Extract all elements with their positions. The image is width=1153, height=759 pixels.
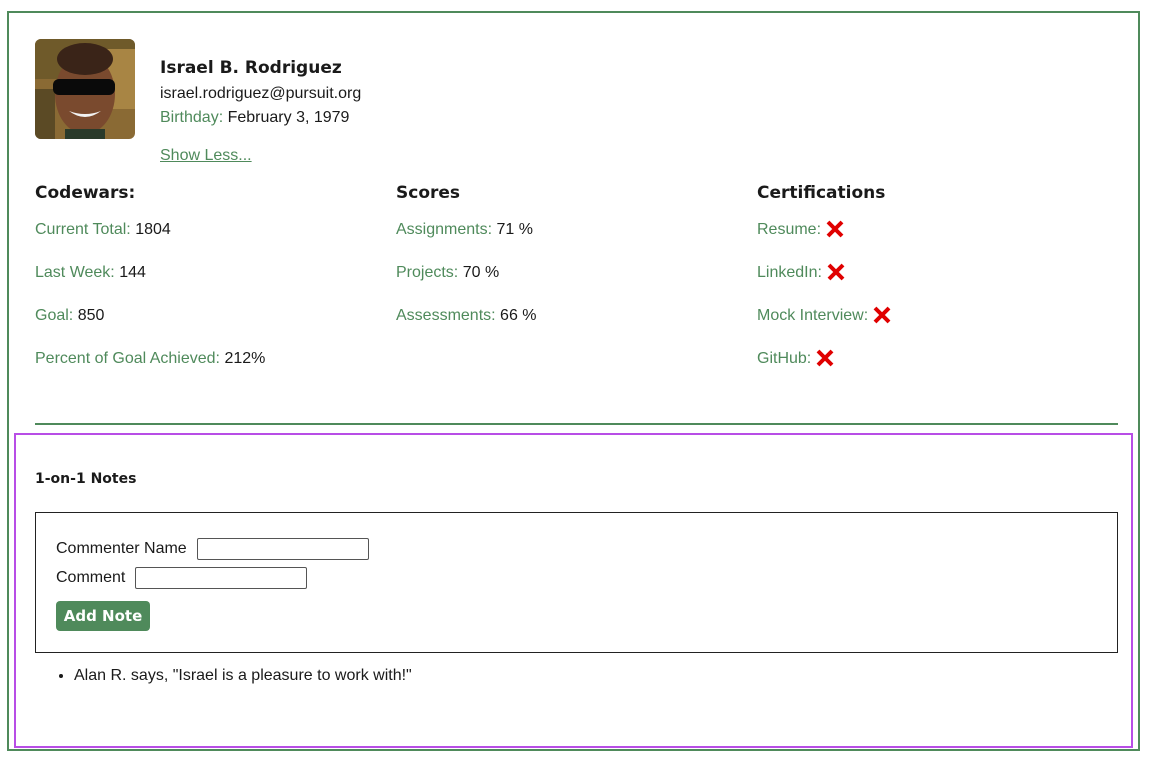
comment-input[interactable]: [135, 567, 308, 589]
cert-row-linkedin: LinkedIn:: [757, 263, 1097, 306]
stat-value: 212%: [224, 350, 266, 367]
stat-value: 1804: [135, 221, 171, 238]
stat-label: Projects:: [396, 264, 459, 281]
avatar: [35, 39, 135, 139]
birthday-value: February 3, 1979: [227, 109, 350, 126]
red-x-icon: [826, 262, 846, 282]
scores-title: Scores: [396, 183, 461, 203]
scores-row-assignments: Assignments: 71 %: [396, 220, 736, 263]
commenter-name-input[interactable]: [196, 538, 369, 560]
cert-row-mock-interview: Mock Interview:: [757, 306, 1097, 349]
commenter-name-row: Commenter Name: [56, 538, 369, 560]
stat-label: Assignments:: [396, 221, 493, 238]
stat-value: 850: [77, 307, 105, 324]
red-x-icon: [872, 305, 892, 325]
add-note-form: Commenter Name Comment Add Note: [35, 512, 1118, 653]
certifications-section: Certifications Resume: LinkedIn: Mock In…: [757, 183, 1097, 392]
add-note-button[interactable]: Add Note: [56, 601, 150, 631]
student-email: israel.rodriguez@pursuit.org: [160, 85, 362, 102]
stat-label: Goal:: [35, 307, 74, 324]
codewars-title: Codewars:: [35, 183, 136, 203]
student-card: Israel B. Rodriguez israel.rodriguez@pur…: [7, 11, 1140, 751]
stat-label: Last Week:: [35, 264, 115, 281]
codewars-row-goal: Goal: 850: [35, 306, 375, 349]
commenter-name-label: Commenter Name: [56, 540, 187, 557]
note-item: Alan R. says, "Israel is a pleasure to w…: [74, 667, 412, 685]
notes-section: 1-on-1 Notes Commenter Name Comment Add …: [14, 433, 1133, 748]
notes-list: Alan R. says, "Israel is a pleasure to w…: [36, 667, 412, 685]
red-x-icon: [825, 219, 845, 239]
stat-label: Assessments:: [396, 307, 496, 324]
stat-value: 71 %: [496, 221, 533, 238]
birthday-label: Birthday:: [160, 109, 224, 126]
cert-label: LinkedIn:: [757, 264, 822, 281]
cert-row-resume: Resume:: [757, 220, 1097, 263]
comment-label: Comment: [56, 569, 126, 586]
cert-label: Resume:: [757, 221, 822, 238]
scores-row-projects: Projects: 70 %: [396, 263, 736, 306]
codewars-row-last-week: Last Week: 144: [35, 263, 375, 306]
student-name: Israel B. Rodriguez: [160, 58, 342, 78]
codewars-row-percent-goal: Percent of Goal Achieved: 212%: [35, 349, 375, 392]
scores-row-assessments: Assessments: 66 %: [396, 306, 736, 349]
certifications-title: Certifications: [757, 183, 886, 203]
notes-title: 1-on-1 Notes: [35, 471, 137, 487]
show-less-link[interactable]: Show Less...: [160, 147, 252, 165]
cert-row-github: GitHub:: [757, 349, 1097, 392]
scores-section: Scores Assignments: 71 % Projects: 70 % …: [396, 183, 736, 349]
stat-value: 66 %: [500, 307, 537, 324]
birthday-field: Birthday: February 3, 1979: [160, 109, 349, 127]
cert-label: GitHub:: [757, 350, 812, 367]
codewars-row-current-total: Current Total: 1804: [35, 220, 375, 263]
codewars-section: Codewars: Current Total: 1804 Last Week:…: [35, 183, 375, 392]
cert-label: Mock Interview:: [757, 307, 869, 324]
stat-value: 70 %: [462, 264, 500, 281]
red-x-icon: [815, 348, 835, 368]
stat-value: 144: [119, 264, 146, 281]
section-divider: [35, 423, 1118, 425]
comment-row: Comment: [56, 567, 308, 589]
stat-label: Current Total:: [35, 221, 131, 238]
stat-label: Percent of Goal Achieved:: [35, 350, 220, 367]
